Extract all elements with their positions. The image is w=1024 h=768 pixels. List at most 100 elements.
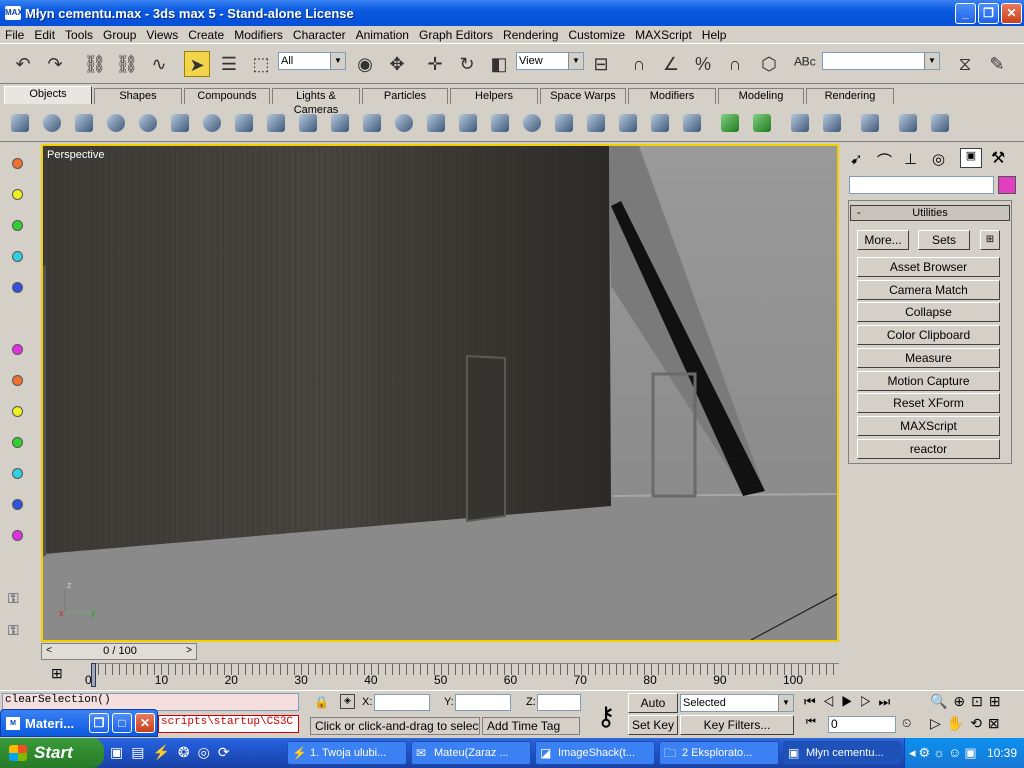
box-icon[interactable]	[7, 110, 33, 136]
task-mateu[interactable]: ✉ Mateu(Zaraz ...	[411, 741, 531, 765]
cv-surface-icon[interactable]	[819, 110, 845, 136]
selection-filter-dropdown[interactable]: All ▼	[278, 52, 346, 70]
link-icon[interactable]: ⛓	[82, 51, 108, 77]
auto-key-button[interactable]: Auto Key	[628, 693, 678, 728]
patch-grid-icon[interactable]	[717, 110, 743, 136]
menu-graph-editors[interactable]: Graph Editors	[414, 28, 498, 42]
tri-patch-icon[interactable]	[749, 110, 775, 136]
unlink-icon[interactable]: ⛓	[114, 51, 140, 77]
minimize-button[interactable]: _	[955, 3, 976, 24]
object-name-field[interactable]	[849, 176, 994, 194]
menu-tools[interactable]: Tools	[60, 28, 98, 42]
modify-tab-icon[interactable]: ⌒	[877, 150, 892, 171]
key-mode-toggle-icon[interactable]: ⏮	[806, 716, 816, 729]
perspective-viewport[interactable]: z x y Perspective	[41, 144, 839, 642]
named-selection-sets-icon[interactable]: ⬡	[756, 51, 782, 77]
maxscript-output-line[interactable]: scripts\startup\CS3C	[158, 715, 299, 733]
undo-icon[interactable]: ↶	[10, 51, 36, 77]
task-mlyn-cementu[interactable]: ▣ Młyn cementu...	[783, 741, 901, 765]
paint-icon[interactable]	[895, 110, 921, 136]
ref-coord-dropdown[interactable]: View ▼	[516, 52, 584, 70]
capsule-icon[interactable]	[583, 110, 609, 136]
nurbs-surface-icon[interactable]	[787, 110, 813, 136]
spring-icon[interactable]	[927, 110, 953, 136]
scale-icon[interactable]: ◧	[486, 51, 512, 77]
quick-launch[interactable]: ▣▤⚡❂◎⟳	[110, 744, 280, 761]
x-coordinate-field[interactable]	[374, 694, 430, 711]
chamfer-cyl-icon[interactable]	[423, 110, 449, 136]
create-tab-icon[interactable]: ➹	[850, 150, 863, 168]
window-crossing-icon[interactable]: ◉	[352, 51, 378, 77]
start-button[interactable]: Start	[0, 738, 104, 768]
current-frame-marker[interactable]	[91, 663, 96, 687]
align-icon[interactable]: ✎	[984, 51, 1010, 77]
task-imageshack[interactable]: ◪ ImageShack(t...	[535, 741, 655, 765]
menu-help[interactable]: Help	[697, 28, 732, 42]
set-key-icon[interactable]: ⚷	[586, 697, 626, 735]
viewport-nav-controls[interactable]: 🔍⊕⊡⊞	[930, 693, 1024, 710]
menu-views[interactable]: Views	[141, 28, 183, 42]
percent-snap-icon[interactable]: %	[690, 51, 716, 77]
asset-browser-button[interactable]: Asset Browser	[857, 257, 1000, 277]
cext-icon[interactable]	[647, 110, 673, 136]
light-icon[interactable]	[12, 251, 23, 262]
object-color-swatch[interactable]	[998, 176, 1016, 194]
lext-icon[interactable]	[615, 110, 641, 136]
light-icon[interactable]	[12, 189, 23, 200]
mirror-icon[interactable]: ⧖	[952, 51, 978, 77]
viewport-nav-controls-2[interactable]: ▷✋⟲⊠	[930, 715, 1024, 732]
light-icon[interactable]	[12, 158, 23, 169]
light-icon[interactable]	[12, 344, 23, 355]
time-config-icon[interactable]: ⏲	[902, 716, 911, 731]
light-icon[interactable]	[12, 220, 23, 231]
lock-icon[interactable]: 🔒	[314, 695, 329, 709]
chevron-left-icon[interactable]: <	[42, 645, 56, 656]
geosphere-icon[interactable]	[199, 110, 225, 136]
tab-lights-cameras[interactable]: Lights & Cameras	[272, 88, 360, 116]
hedra-icon[interactable]	[327, 110, 353, 136]
camera-match-button[interactable]: Camera Match	[857, 280, 1000, 300]
edit-named-selection-icon[interactable]: ᴬᴮᶜ	[792, 51, 818, 77]
target-light-icon[interactable]	[12, 530, 23, 541]
tab-space-warps[interactable]: Space Warps	[540, 88, 626, 104]
motion-tab-icon[interactable]: ◎	[932, 150, 945, 168]
more-button[interactable]: More...	[857, 230, 909, 250]
menu-group[interactable]: Group	[98, 28, 141, 42]
torus-knot-icon[interactable]	[519, 110, 545, 136]
menu-character[interactable]: Character	[288, 28, 351, 42]
target-light-icon[interactable]	[12, 499, 23, 510]
reactor-button[interactable]: reactor	[857, 439, 1000, 459]
target-light-icon[interactable]	[12, 406, 23, 417]
maxscript-button[interactable]: MAXScript	[857, 416, 1000, 436]
redo-icon[interactable]: ↷	[42, 51, 68, 77]
tab-helpers[interactable]: Helpers	[450, 88, 538, 104]
menu-maxscript[interactable]: MAXScript	[630, 28, 697, 42]
key-icon[interactable]: ⚿	[8, 622, 19, 639]
display-tab-icon[interactable]: ▣	[960, 148, 982, 168]
oil-tank-icon[interactable]	[391, 110, 417, 136]
select-object-icon[interactable]: ➤	[184, 51, 210, 77]
rect-selection-icon[interactable]: ⬚	[248, 51, 274, 77]
motion-capture-button[interactable]: Motion Capture	[857, 371, 1000, 391]
tube-icon[interactable]	[231, 110, 257, 136]
key-filters-button[interactable]: Key Filters...	[680, 715, 794, 735]
cylinder-icon[interactable]	[71, 110, 97, 136]
absolute-mode-icon[interactable]: ◈	[340, 694, 355, 709]
z-coordinate-field[interactable]	[537, 694, 581, 711]
menu-rendering[interactable]: Rendering	[498, 28, 563, 42]
tab-objects[interactable]: Objects	[4, 86, 92, 104]
color-clipboard-button[interactable]: Color Clipboard	[857, 325, 1000, 345]
key-icon[interactable]: ⚿	[8, 590, 19, 607]
target-light-icon[interactable]	[12, 468, 23, 479]
viewport-label[interactable]: Perspective	[47, 149, 104, 161]
menu-edit[interactable]: Edit	[29, 28, 60, 42]
spinner-snap-icon[interactable]: ∩	[722, 51, 748, 77]
collapse-button[interactable]: Collapse	[857, 302, 1000, 322]
restore-button[interactable]: ❐	[89, 713, 109, 733]
particle-flow-icon[interactable]	[857, 110, 883, 136]
key-mode-dropdown[interactable]: Selected ▼	[680, 694, 794, 712]
chamfer-box-icon[interactable]	[359, 110, 385, 136]
set-key-button[interactable]: Set Key	[628, 715, 678, 735]
reset-xform-button[interactable]: Reset XForm	[857, 393, 1000, 413]
playback-controls[interactable]: ⏮◁▶▷⏭	[804, 694, 924, 710]
